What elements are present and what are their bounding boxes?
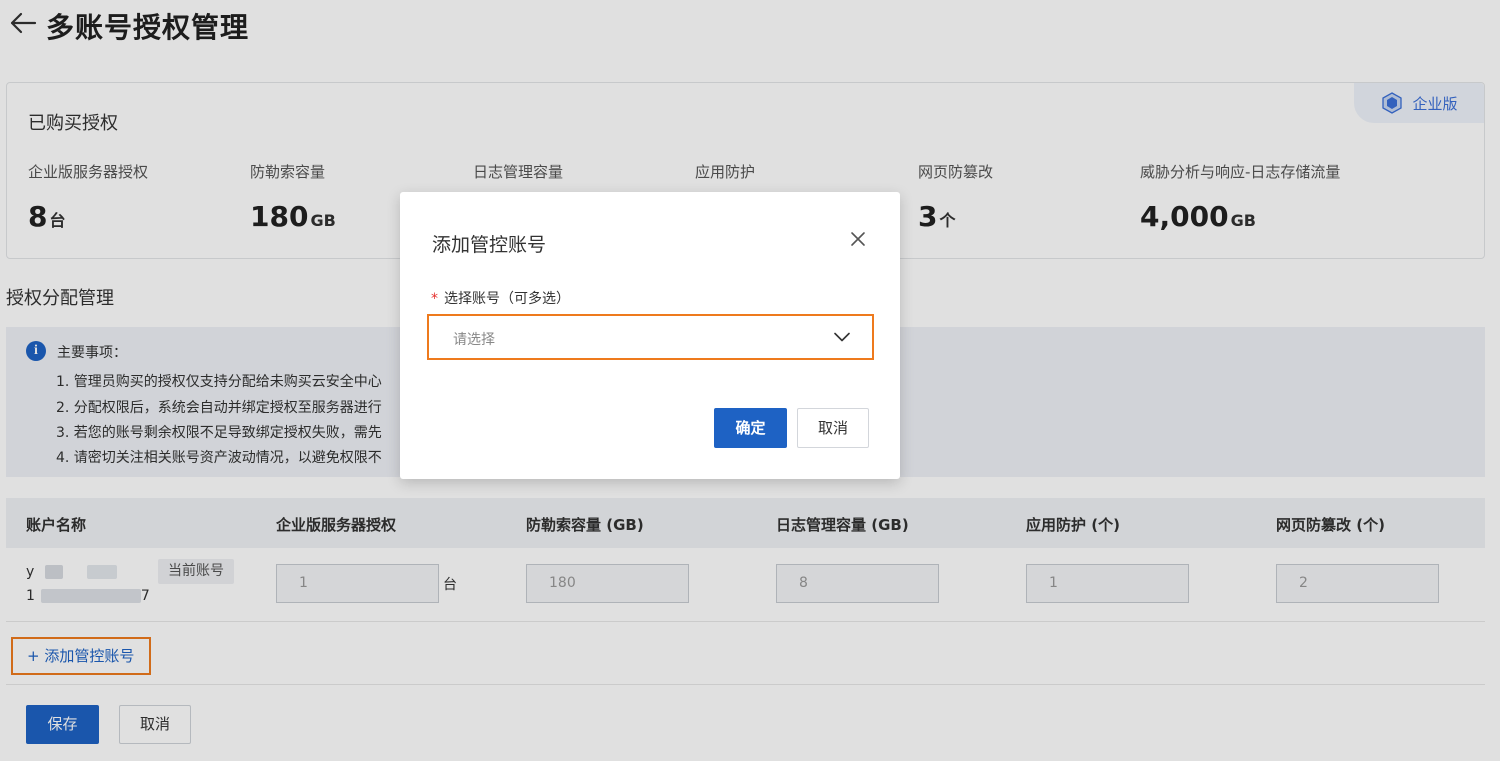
confirm-button[interactable]: 确定 [714,408,787,448]
close-icon[interactable] [847,228,869,250]
select-account-label: * 选择账号（可多选） [431,291,570,307]
chevron-down-icon [834,332,850,342]
add-account-dialog: 添加管控账号 * 选择账号（可多选） 请选择 确定 取消 [400,192,900,479]
select-placeholder: 请选择 [453,332,495,348]
dialog-title: 添加管控账号 [432,234,547,256]
required-mark: * [431,291,438,307]
account-select[interactable]: 请选择 [427,314,874,360]
dialog-cancel-button[interactable]: 取消 [797,408,869,448]
